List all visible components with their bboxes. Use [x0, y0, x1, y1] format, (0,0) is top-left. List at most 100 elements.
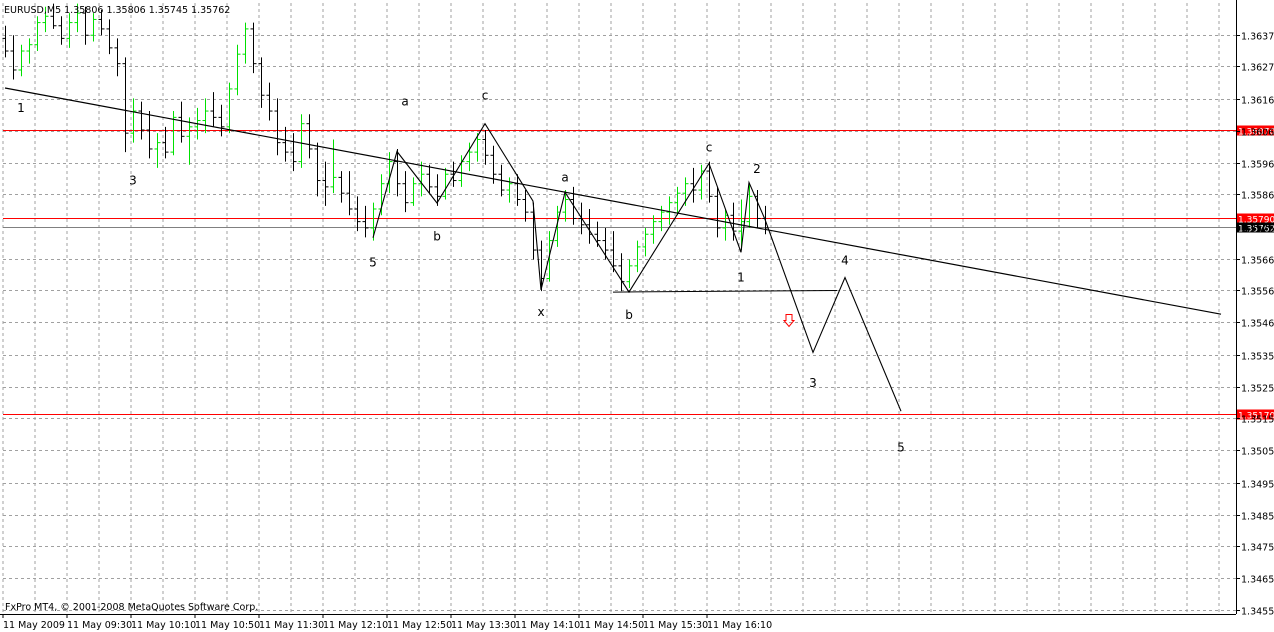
- ohlc-bar: [58, 16, 65, 45]
- x-tick-label: 11 May 14:10: [515, 620, 580, 631]
- ohlc-bar: [754, 190, 761, 228]
- ohlc-bar: [178, 101, 185, 143]
- y-tick-label: 1.35257: [1241, 384, 1274, 395]
- wave-label: a: [561, 170, 568, 184]
- ohlc-bar: [626, 259, 633, 288]
- y-tick-label: 1.36167: [1241, 96, 1274, 107]
- wave-label: b: [433, 230, 441, 244]
- ohlc-bar: [650, 215, 657, 244]
- x-tick-label: 11 May 09:30: [67, 620, 132, 631]
- y-tick-label: 1.35662: [1241, 256, 1274, 267]
- copyright-text: FxPro MT4, © 2001-2008 MetaQuotes Softwa…: [5, 602, 258, 613]
- y-tick-label: 1.34652: [1241, 575, 1274, 586]
- ohlc-bar: [154, 133, 161, 168]
- x-tick-label: 11 May 15:30: [643, 620, 708, 631]
- down-arrow-icon: [782, 314, 796, 328]
- ohlc-bar: [234, 44, 241, 96]
- ohlc-bar: [202, 98, 209, 134]
- ohlc-bars: [2, 3, 769, 292]
- ohlc-bar: [66, 13, 73, 48]
- wave-label: 1: [737, 270, 745, 284]
- ohlc-bar: [666, 196, 673, 225]
- ohlc-bar: [746, 183, 753, 228]
- wave-label: 5: [369, 255, 377, 269]
- ohlc-bar: [282, 126, 289, 162]
- ohlc-bar: [634, 240, 641, 273]
- ohlc-bar: [106, 19, 113, 55]
- x-tick-label: 11 May 10:10: [131, 620, 196, 631]
- ohlc-bar: [362, 205, 369, 238]
- x-tick-label: 11 May 13:30: [451, 620, 516, 631]
- ohlc-bar: [138, 101, 145, 140]
- wave-labels: 1 3 5 a b c x a b c 2 1 4 3 5: [17, 88, 905, 454]
- x-tick-label: 11 May 16:10: [707, 620, 772, 631]
- ohlc-bar: [538, 240, 545, 292]
- wave-label: a: [401, 95, 408, 109]
- symbol-header: EURUSD,M5 1.35806 1.35806 1.35745 1.3576…: [4, 5, 230, 16]
- wave-label: 4: [841, 254, 849, 268]
- y-tick-label: 1.35967: [1241, 160, 1274, 171]
- wave-label: 1: [17, 101, 25, 115]
- y-tick-label: 1.34952: [1241, 480, 1274, 491]
- ohlc-bar: [330, 139, 337, 194]
- y-tick-label: 1.36067: [1241, 128, 1274, 139]
- y-tick-label: 1.34552: [1241, 607, 1274, 618]
- ohlc-bar: [250, 22, 257, 74]
- wave-label: 3: [809, 376, 817, 390]
- wave-label: c: [706, 140, 713, 154]
- wave-label: 2: [753, 162, 761, 176]
- x-tick-label: 11 May 10:50: [195, 620, 260, 631]
- ohlc-bar: [474, 133, 481, 162]
- ohlc-bar: [426, 164, 433, 194]
- wave-label: x: [537, 305, 544, 319]
- price-chart[interactable]: 1.360701.357901.357621.35170 135abcxabc2…: [0, 0, 1274, 632]
- y-tick-label: 1.35357: [1241, 352, 1274, 363]
- y-tick-label: 1.34752: [1241, 543, 1274, 554]
- ohlc-bar: [730, 202, 737, 241]
- wave-label: c: [482, 88, 489, 102]
- y-tick-label: 1.35057: [1241, 447, 1274, 458]
- ohlc-bar: [274, 98, 281, 156]
- price-levels: 1.360701.357901.357621.35170: [3, 125, 1274, 422]
- ohlc-bar: [266, 82, 273, 121]
- y-tick-label: 1.36372: [1241, 32, 1274, 43]
- ohlc-bar: [210, 92, 217, 127]
- y-tick-label: 1.34852: [1241, 512, 1274, 523]
- chart-grid: [2, 3, 1236, 614]
- ohlc-bar: [114, 38, 121, 77]
- x-tick-label: 11 May 2009: [3, 620, 65, 631]
- ohlc-bar: [410, 177, 417, 206]
- ohlc-bar: [242, 22, 249, 64]
- ohlc-bar: [10, 35, 17, 80]
- wave-label: b: [625, 308, 633, 322]
- ohlc-bar: [338, 171, 345, 203]
- chart-axes: 1.36372 1.36272 1.36167 1.36067 1.35967 1.358…: [0, 0, 1274, 631]
- ohlc-bar: [26, 38, 33, 64]
- ohlc-bar: [298, 114, 305, 168]
- y-tick-label: 1.35462: [1241, 319, 1274, 330]
- ohlc-bar: [122, 57, 129, 153]
- y-tick-label: 1.36272: [1241, 63, 1274, 74]
- ohlc-bar: [186, 117, 193, 165]
- ohlc-bar: [146, 111, 153, 159]
- ohlc-bar: [18, 44, 25, 77]
- ohlc-bar: [346, 171, 353, 216]
- ohlc-bar: [306, 114, 313, 159]
- ohlc-bar: [466, 142, 473, 172]
- ohlc-bar: [402, 171, 409, 213]
- ohlc-bar: [170, 111, 177, 156]
- wave-label: 5: [897, 441, 905, 455]
- x-tick-label: 11 May 14:50: [579, 620, 644, 631]
- y-tick-label: 1.35562: [1241, 287, 1274, 298]
- ohlc-bar: [90, 13, 97, 42]
- x-tick-label: 11 May 11:30: [259, 620, 324, 631]
- wave-label: 3: [129, 174, 137, 188]
- ohlc-bar: [314, 142, 321, 197]
- y-tick-label: 1.35867: [1241, 191, 1274, 202]
- y-tick-label: 1.35762: [1241, 224, 1274, 235]
- x-tick-label: 11 May 12:50: [387, 620, 452, 631]
- y-tick-label: 1.35157: [1241, 415, 1274, 426]
- x-tick-label: 11 May 12:10: [323, 620, 388, 631]
- trend-line: [4, 87, 1222, 315]
- ohlc-bar: [618, 253, 625, 292]
